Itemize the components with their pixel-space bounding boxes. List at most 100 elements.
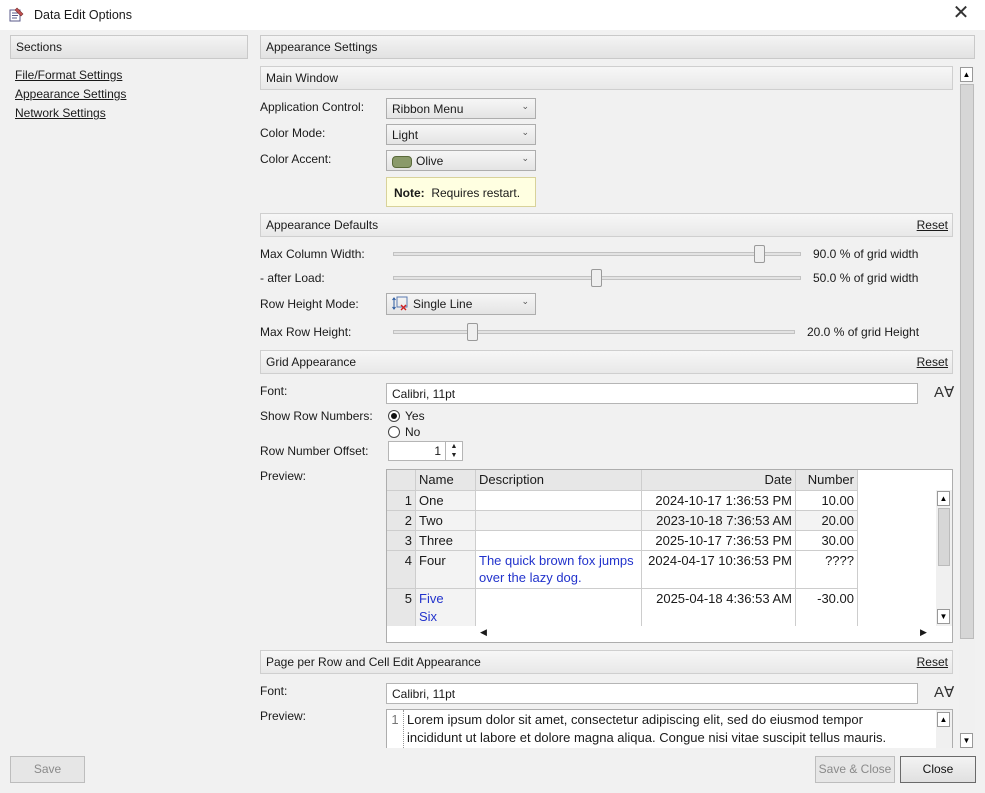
color-accent-value: Olive xyxy=(416,154,444,168)
font-picker-icon[interactable]: AⱯ xyxy=(934,383,954,401)
row-numbers-yes-radio[interactable] xyxy=(388,410,400,422)
after-load-label: - after Load: xyxy=(260,271,325,285)
column-header-name[interactable]: Name xyxy=(416,470,476,491)
grid-font-field[interactable]: Calibri, 11pt xyxy=(386,383,918,404)
application-control-select[interactable]: Ribbon Menu ⌄ xyxy=(386,98,536,119)
row-height-mode-select[interactable]: Single Line ⌄ xyxy=(386,293,536,315)
restart-note: Note: Requires restart. xyxy=(386,177,536,207)
color-mode-select[interactable]: Light ⌄ xyxy=(386,124,536,145)
color-accent-select[interactable]: Olive ⌄ xyxy=(386,150,536,171)
cell-name[interactable]: Four xyxy=(416,551,476,589)
cell-description[interactable] xyxy=(476,531,642,551)
cell-name[interactable]: One xyxy=(416,491,476,511)
grid-appearance-title: Grid Appearance xyxy=(266,355,357,369)
cell-date[interactable]: 2025-10-17 7:36:53 PM xyxy=(642,531,796,551)
close-button[interactable]: Close xyxy=(900,756,976,783)
chevron-down-icon: ⌄ xyxy=(521,101,529,111)
cell-number[interactable]: 30.00 xyxy=(796,531,858,551)
sidebar-item-appearance-settings[interactable]: Appearance Settings xyxy=(15,87,126,101)
max-row-height-thumb[interactable] xyxy=(467,323,479,341)
close-window-icon[interactable]: ✕ xyxy=(950,3,972,25)
row-height-mode-label: Row Height Mode: xyxy=(260,297,359,311)
preview-line: Lorem ipsum dolor sit amet, consectetur … xyxy=(407,712,863,727)
chevron-down-icon: ⌄ xyxy=(521,153,529,163)
color-accent-label: Color Accent: xyxy=(260,152,332,166)
after-load-thumb[interactable] xyxy=(591,269,602,287)
text-preview[interactable]: 1 Lorem ipsum dolor sit amet, consectetu… xyxy=(386,709,953,751)
save-close-button[interactable]: Save & Close xyxy=(815,756,895,783)
page-preview-label: Preview: xyxy=(260,709,307,723)
grid-preview[interactable]: Name Description Date Number 1 One 2024-… xyxy=(386,469,953,643)
row-numbers-no-radio[interactable] xyxy=(388,426,400,438)
cell-description[interactable] xyxy=(476,511,642,531)
description-line: The quick brown fox jumps xyxy=(479,553,634,568)
max-column-width-slider[interactable] xyxy=(393,252,801,256)
scroll-right-icon[interactable]: ▶ xyxy=(920,627,927,638)
row-number-offset-stepper[interactable]: 1 ▲ ▼ xyxy=(388,441,463,461)
scroll-up-icon[interactable]: ▲ xyxy=(960,67,973,82)
spin-up-icon[interactable]: ▲ xyxy=(445,442,462,451)
row-number-offset-value[interactable]: 1 xyxy=(434,444,441,458)
name-line: Six xyxy=(419,609,438,624)
cell-number[interactable]: -30.00 xyxy=(796,589,858,629)
sidebar-item-network-settings[interactable]: Network Settings xyxy=(15,106,106,120)
color-mode-value: Light xyxy=(392,128,419,142)
font-picker-icon[interactable]: AⱯ xyxy=(934,683,954,701)
scroll-up-icon[interactable]: ▲ xyxy=(937,491,950,506)
cell-number[interactable]: 20.00 xyxy=(796,511,858,531)
page-per-row-reset-link[interactable]: Reset xyxy=(917,655,948,669)
column-header-number[interactable]: Number xyxy=(796,470,858,491)
cell-number[interactable]: ???? xyxy=(796,551,858,589)
scrollbar-thumb[interactable] xyxy=(960,84,974,639)
color-swatch-icon xyxy=(392,155,412,168)
description-line: over the lazy dog. xyxy=(479,570,582,585)
row-numbers-no-label[interactable]: No xyxy=(405,425,420,439)
scroll-left-icon[interactable]: ◀ xyxy=(480,627,487,638)
spin-down-icon[interactable]: ▼ xyxy=(445,451,462,460)
settings-scrollbar[interactable]: ▲ ▼ xyxy=(959,66,975,750)
scroll-up-icon[interactable]: ▲ xyxy=(937,712,950,727)
page-per-row-header: Page per Row and Cell Edit Appearance Re… xyxy=(260,650,953,674)
main-window-header: Main Window xyxy=(260,66,953,90)
row-number-offset-label: Row Number Offset: xyxy=(260,444,369,458)
cell-number[interactable]: 10.00 xyxy=(796,491,858,511)
text-preview-scrollbar[interactable]: ▲ xyxy=(936,710,952,750)
preview-line: incididunt ut labore et dolore magna ali… xyxy=(407,730,887,745)
save-button[interactable]: Save xyxy=(10,756,85,783)
max-row-height-slider[interactable] xyxy=(393,330,795,334)
page-font-field[interactable]: Calibri, 11pt xyxy=(386,683,918,704)
cell-description[interactable]: The quick brown fox jumps over the lazy … xyxy=(476,551,642,589)
cell-date[interactable]: 2024-04-17 10:36:53 PM xyxy=(642,551,796,589)
cell-description[interactable] xyxy=(476,589,642,629)
row-number: 1 xyxy=(387,491,416,511)
cell-date[interactable]: 2025-04-18 4:36:53 AM xyxy=(642,589,796,629)
grid-vertical-scrollbar[interactable]: ▲ ▼ xyxy=(936,490,952,626)
scrollbar-thumb[interactable] xyxy=(938,508,950,566)
application-control-value: Ribbon Menu xyxy=(392,102,464,116)
window-title: Data Edit Options xyxy=(34,8,132,22)
row-numbers-yes-label[interactable]: Yes xyxy=(405,409,425,423)
cell-name[interactable]: Five Six xyxy=(416,589,476,629)
grid-appearance-header: Grid Appearance Reset xyxy=(260,350,953,374)
note-text: Requires restart. xyxy=(431,186,521,200)
page-font-label: Font: xyxy=(260,684,288,698)
chevron-down-icon: ⌄ xyxy=(521,296,529,306)
color-mode-label: Color Mode: xyxy=(260,126,326,140)
cell-name[interactable]: Two xyxy=(416,511,476,531)
grid-horizontal-scrollbar[interactable]: ◀ ▶ xyxy=(387,626,952,642)
grid-preview-label: Preview: xyxy=(260,469,307,483)
cell-date[interactable]: 2024-10-17 1:36:53 PM xyxy=(642,491,796,511)
cell-description[interactable] xyxy=(476,491,642,511)
appearance-defaults-reset-link[interactable]: Reset xyxy=(917,218,948,232)
cell-name[interactable]: Three xyxy=(416,531,476,551)
grid-corner xyxy=(387,470,416,491)
sidebar-item-file-format-settings[interactable]: File/Format Settings xyxy=(15,68,122,82)
column-header-date[interactable]: Date xyxy=(642,470,796,491)
column-header-description[interactable]: Description xyxy=(476,470,642,491)
application-control-label: Application Control: xyxy=(260,100,365,114)
grid-appearance-reset-link[interactable]: Reset xyxy=(917,355,948,369)
cell-date[interactable]: 2023-10-18 7:36:53 AM xyxy=(642,511,796,531)
scroll-down-icon[interactable]: ▼ xyxy=(960,733,973,748)
max-column-width-thumb[interactable] xyxy=(754,245,766,263)
scroll-down-icon[interactable]: ▼ xyxy=(937,609,950,624)
